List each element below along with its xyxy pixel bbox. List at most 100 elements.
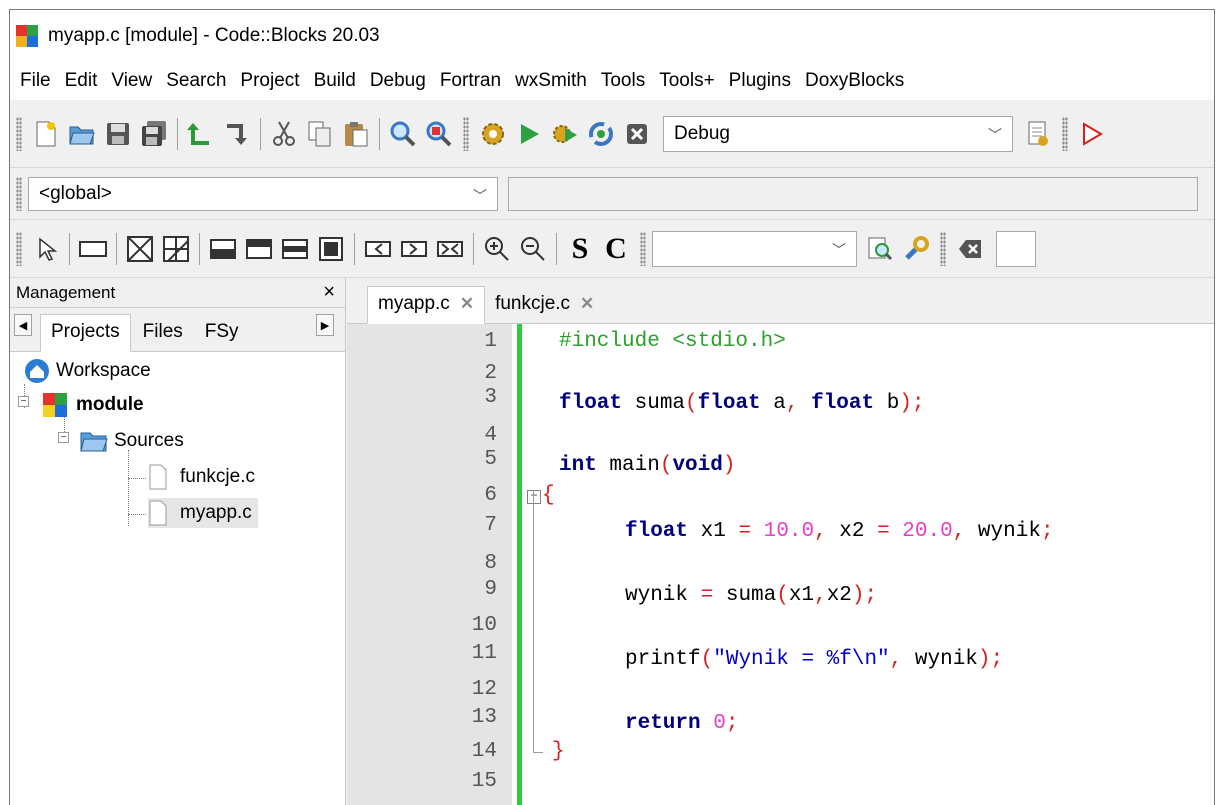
tree-item-sources[interactable]: Sources <box>80 426 184 456</box>
fold-collapse-icon[interactable]: − <box>527 490 541 504</box>
wrench-icon[interactable] <box>901 234 931 264</box>
cut-icon[interactable] <box>269 119 299 149</box>
sizer-s-button[interactable]: S <box>565 232 595 265</box>
debug-start-icon[interactable] <box>1077 119 1107 149</box>
menu-view[interactable]: View <box>111 70 152 92</box>
tab-projects[interactable]: Projects <box>40 314 131 352</box>
frame-icon[interactable] <box>78 234 108 264</box>
build-target-select[interactable]: Debug ﹀ <box>663 115 1013 152</box>
sizer-icon[interactable] <box>125 234 155 264</box>
toolbar-grip[interactable] <box>640 231 646 266</box>
tree-item-file[interactable]: myapp.c <box>148 498 258 528</box>
menu-tools[interactable]: Tools <box>601 70 645 92</box>
expand-sources-icon[interactable]: − <box>58 432 69 443</box>
doxyblocks-select[interactable]: ﹀ <box>652 230 857 267</box>
line-number: 13 <box>471 706 497 729</box>
menu-edit[interactable]: Edit <box>65 70 98 92</box>
tree-item-file[interactable]: funkcje.c <box>148 462 255 492</box>
menu-plugins[interactable]: Plugins <box>729 70 791 92</box>
tab-scroll-right-icon[interactable]: ▶ <box>316 314 334 336</box>
close-tab-icon[interactable]: ✕ <box>580 294 594 314</box>
management-header: Management × <box>10 278 345 308</box>
management-tabs: ◀ Projects Files FSy ▶ <box>10 308 345 352</box>
editor-area: myapp.c ✕ funkcje.c ✕ 1 #include <stdio.… <box>347 278 1214 805</box>
menu-build[interactable]: Build <box>314 70 356 92</box>
save-all-icon[interactable] <box>139 119 169 149</box>
toolbar-grip[interactable] <box>16 116 22 151</box>
menu-wxsmith[interactable]: wxSmith <box>515 70 587 92</box>
tree-item-workspace[interactable]: Workspace <box>24 356 151 386</box>
align-right-icon[interactable] <box>399 234 429 264</box>
build-log-icon[interactable] <box>1023 119 1053 149</box>
toolbar-grip[interactable] <box>463 116 469 151</box>
replace-icon[interactable] <box>424 119 454 149</box>
rebuild-icon[interactable] <box>586 119 616 149</box>
management-close-button[interactable]: × <box>323 281 335 304</box>
menu-debug[interactable]: Debug <box>370 70 426 92</box>
layout-bottom-icon[interactable] <box>208 234 238 264</box>
tab-scroll-left-icon[interactable]: ◀ <box>14 314 32 336</box>
editor-tab-myapp[interactable]: myapp.c ✕ <box>367 286 486 324</box>
toolbar-grip[interactable] <box>16 231 22 266</box>
menu-doxyblocks[interactable]: DoxyBlocks <box>805 70 904 92</box>
zoom-out-icon[interactable] <box>518 234 548 264</box>
code-token: x2 <box>826 520 878 543</box>
expand-module-icon[interactable]: − <box>18 396 29 407</box>
toolbar-separator <box>473 232 474 265</box>
align-left-icon[interactable] <box>363 234 393 264</box>
zoom-in-icon[interactable] <box>482 234 512 264</box>
code-line: 6 − { <box>347 484 1214 518</box>
copy-icon[interactable] <box>305 119 335 149</box>
build-gear-icon[interactable] <box>478 119 508 149</box>
toolbar-grip[interactable] <box>940 231 946 266</box>
toolbar-grip[interactable] <box>16 176 22 211</box>
layout-full-icon[interactable] <box>316 234 346 264</box>
close-tab-icon[interactable]: ✕ <box>460 294 474 314</box>
grid-sizer-icon[interactable] <box>161 234 191 264</box>
new-file-icon[interactable] <box>31 119 61 149</box>
window-title: myapp.c [module] - Code::Blocks 20.03 <box>48 25 380 46</box>
code-editor[interactable]: 1 #include <stdio.h> 2 3 float suma(floa… <box>347 324 1214 805</box>
doc-search-icon[interactable] <box>865 234 895 264</box>
clear-icon[interactable] <box>955 234 985 264</box>
layout-top-icon[interactable] <box>244 234 274 264</box>
align-center-icon[interactable] <box>435 234 465 264</box>
code-token: ( <box>700 648 714 671</box>
menu-fortran[interactable]: Fortran <box>440 70 501 92</box>
run-icon[interactable] <box>514 119 544 149</box>
menu-search[interactable]: Search <box>166 70 226 92</box>
tree-item-module[interactable]: module <box>42 390 144 420</box>
menu-tools-plus[interactable]: Tools+ <box>659 70 714 92</box>
redo-icon[interactable] <box>222 119 252 149</box>
line-number: 11 <box>471 642 497 665</box>
tab-files[interactable]: Files <box>132 315 193 351</box>
function-select[interactable] <box>508 176 1198 211</box>
toolbar-grip[interactable] <box>1062 116 1068 151</box>
tab-fsymbols[interactable]: FSy <box>194 315 267 351</box>
code-token: suma <box>622 392 686 415</box>
menu-project[interactable]: Project <box>240 70 299 92</box>
save-icon[interactable] <box>103 119 133 149</box>
toolbar-separator <box>177 117 178 150</box>
code-token: "Wynik = %f\n" <box>713 648 890 671</box>
abort-icon[interactable] <box>622 119 652 149</box>
undo-icon[interactable] <box>186 119 216 149</box>
editor-tab-funkcje[interactable]: funkcje.c ✕ <box>485 287 604 323</box>
layout-middle-icon[interactable] <box>280 234 310 264</box>
paste-icon[interactable] <box>341 119 371 149</box>
sizer-c-button[interactable]: C <box>601 232 631 265</box>
open-file-icon[interactable] <box>67 119 97 149</box>
find-icon[interactable] <box>388 119 418 149</box>
build-and-run-icon[interactable] <box>550 119 580 149</box>
code-line: 1 #include <stdio.h> <box>347 330 1214 364</box>
toolbar-separator <box>116 232 117 265</box>
pointer-icon[interactable] <box>31 234 61 264</box>
line-number: 8 <box>484 552 497 575</box>
scope-select[interactable]: <global> ﹀ <box>28 176 498 211</box>
menu-file[interactable]: File <box>20 70 51 92</box>
extra-input[interactable] <box>996 230 1036 267</box>
code-token: float <box>559 392 623 415</box>
chevron-down-icon: ﹀ <box>988 126 1002 143</box>
line-number: 6 <box>484 484 497 507</box>
code-token: return <box>625 712 701 735</box>
